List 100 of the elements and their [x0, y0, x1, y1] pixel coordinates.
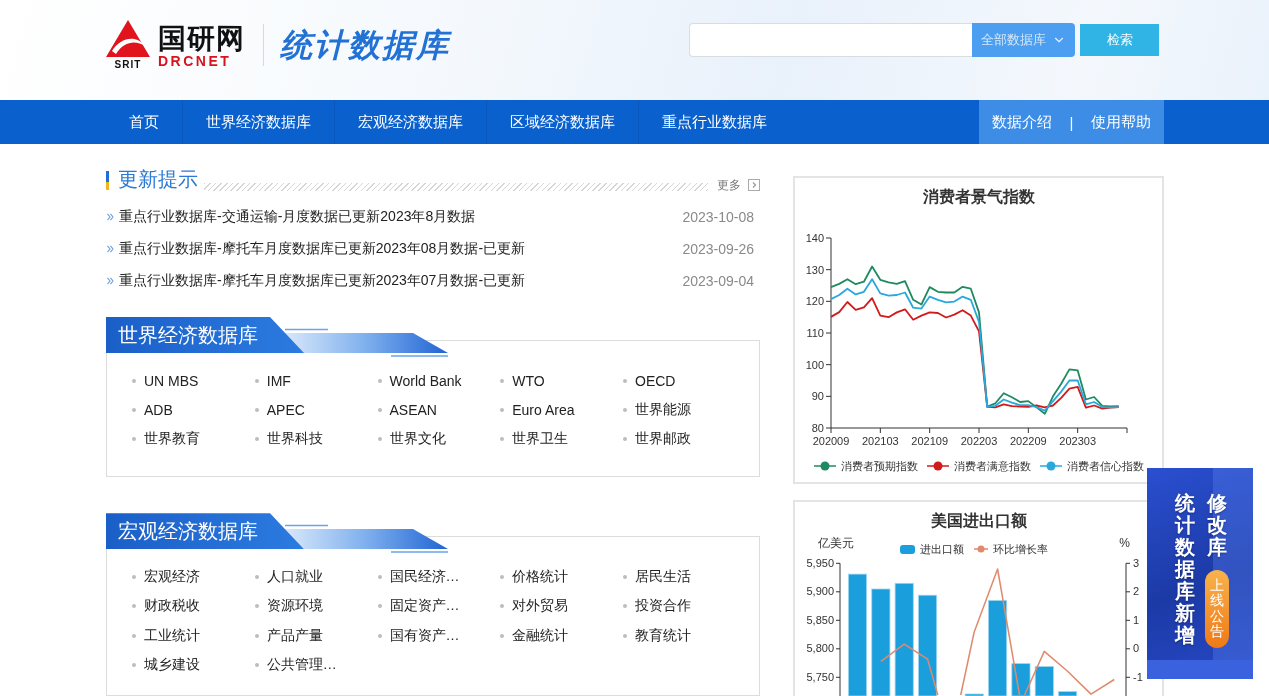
chevron-bullet-icon [107, 213, 114, 221]
database-link[interactable]: 世界能源 [635, 401, 691, 420]
database-link[interactable]: 世界文化 [389, 430, 446, 449]
legend-line-icon [926, 461, 949, 471]
more-link[interactable]: 更多 [717, 177, 741, 193]
database-link[interactable]: 固定资产… [389, 597, 460, 616]
bullet-dot-icon [132, 437, 136, 442]
news-link[interactable]: 重点行业数据库-摩托车月度数据库已更新2023年07月数据-已更新 [119, 272, 526, 290]
bullet-dot-icon [500, 633, 505, 638]
bullet-dot-icon [377, 437, 382, 442]
database-link[interactable]: 国有资产… [389, 626, 460, 645]
bullet-dot-icon [500, 574, 505, 579]
axis-tick-label: 130 [805, 263, 824, 276]
axis-tick-label: 90 [811, 390, 824, 403]
bullet-dot-icon [500, 604, 505, 609]
chart-title: 消费者景气指数 [922, 188, 1035, 205]
axis-tick-label: 202209 [1009, 435, 1047, 447]
database-link[interactable]: 人口就业 [266, 567, 323, 586]
axis-tick-label: 202103 [861, 435, 899, 447]
bullet-dot-icon [132, 408, 136, 413]
legend-label: 环比增长率 [993, 541, 1048, 557]
nav-item[interactable]: 世界经济数据库 [182, 100, 334, 144]
database-link[interactable]: IMF [266, 372, 291, 389]
bullet-dot-icon [132, 378, 136, 383]
bullet-dot-icon [132, 604, 136, 609]
bullet-dot-icon [623, 604, 627, 609]
banner-badge: 上线公告 [1205, 570, 1229, 648]
database-link[interactable]: 产品产量 [266, 626, 323, 645]
database-link[interactable]: 资源环境 [266, 597, 323, 616]
database-link[interactable]: 城乡建设 [144, 656, 200, 675]
nav-item[interactable]: 重点行业数据库 [638, 100, 790, 144]
database-link[interactable]: 世界邮政 [635, 430, 691, 449]
axis-tick-label: 100 [805, 358, 824, 371]
axis-tick-label: 5,950 [806, 558, 834, 569]
database-link[interactable]: 金融统计 [512, 626, 569, 645]
chart-title: 美国进出口额 [930, 512, 1027, 529]
bullet-dot-icon [623, 633, 627, 638]
database-link[interactable]: 公共管理… [266, 656, 337, 675]
database-link[interactable]: 国民经济… [389, 567, 460, 586]
bullet-dot-icon [254, 437, 259, 442]
bullet-dot-icon [254, 663, 259, 668]
database-link[interactable]: 世界教育 [144, 430, 200, 449]
database-link[interactable]: OECD [635, 372, 676, 389]
nav-item[interactable]: 宏观经济数据库 [334, 100, 486, 144]
bullet-dot-icon [254, 574, 259, 579]
bullet-dot-icon [500, 408, 505, 413]
bullet-dot-icon [254, 633, 259, 638]
axis-tick-label: 80 [811, 422, 824, 434]
axis-tick-label: 5,750 [806, 670, 834, 683]
bullet-dot-icon [623, 378, 627, 383]
nav-item[interactable]: 首页 [105, 100, 182, 144]
database-link[interactable]: UN MBS [144, 372, 199, 389]
axis-tick-label: 0 [1133, 642, 1140, 655]
axis-tick-label: 5,850 [806, 613, 834, 626]
axis-tick-label: 120 [805, 295, 824, 308]
bullet-dot-icon [132, 633, 136, 638]
bullet-dot-icon [500, 437, 505, 442]
site-title: 统计数据库 [280, 26, 450, 65]
database-link[interactable]: WTO [512, 372, 545, 389]
axis-unit-label: % [1119, 535, 1130, 552]
bullet-dot-icon [254, 604, 259, 609]
logo-triangle-icon [106, 20, 150, 57]
legend-label: 消费者预期指数 [840, 458, 918, 474]
database-link[interactable]: ASEAN [389, 402, 437, 419]
database-link[interactable]: 财政税收 [144, 597, 200, 616]
news-link[interactable]: 重点行业数据库-摩托车月度数据库已更新2023年08月数据-已更新 [119, 240, 526, 258]
database-link[interactable]: 居民生活 [635, 567, 691, 586]
news-link[interactable]: 重点行业数据库-交通运输-月度数据已更新2023年8月数据 [119, 208, 476, 226]
nav-separator: | [1069, 113, 1074, 131]
axis-tick-label: 5,900 [806, 585, 834, 598]
bullet-dot-icon [132, 663, 136, 668]
database-link[interactable]: 对外贸易 [512, 597, 569, 616]
database-link[interactable]: 工业统计 [144, 626, 200, 645]
database-link[interactable]: 价格统计 [512, 567, 569, 586]
chevron-bullet-icon [107, 277, 114, 285]
search-field[interactable] [689, 23, 972, 57]
database-link[interactable]: Euro Area [512, 402, 575, 419]
database-link[interactable]: 宏观经济 [144, 567, 200, 586]
database-link[interactable]: 世界卫生 [512, 430, 569, 449]
database-link[interactable]: World Bank [389, 372, 462, 389]
legend-label: 消费者满意指数 [953, 458, 1031, 474]
database-link[interactable]: 教育统计 [635, 626, 691, 645]
database-link[interactable]: ADB [144, 402, 173, 419]
nav-item[interactable]: 区域经济数据库 [486, 100, 638, 144]
axis-tick-label: 1 [1133, 613, 1140, 626]
news-date: 2023-09-04 [682, 273, 754, 289]
bullet-dot-icon [500, 378, 505, 383]
axis-tick-label: 202109 [911, 435, 949, 447]
news-date: 2023-09-26 [682, 241, 754, 257]
axis-tick-label: 140 [805, 232, 824, 244]
axis-unit-label: 亿美元 [818, 535, 854, 552]
database-link[interactable]: 投资合作 [635, 597, 691, 616]
bullet-dot-icon [377, 604, 382, 609]
bullet-dot-icon [254, 378, 259, 383]
bullet-dot-icon [377, 378, 382, 383]
axis-tick-label: 3 [1133, 558, 1140, 569]
axis-tick-label: 5,800 [806, 642, 834, 655]
database-link[interactable]: 世界科技 [266, 430, 323, 449]
axis-tick-label: -1 [1133, 670, 1143, 683]
database-link[interactable]: APEC [266, 402, 305, 419]
